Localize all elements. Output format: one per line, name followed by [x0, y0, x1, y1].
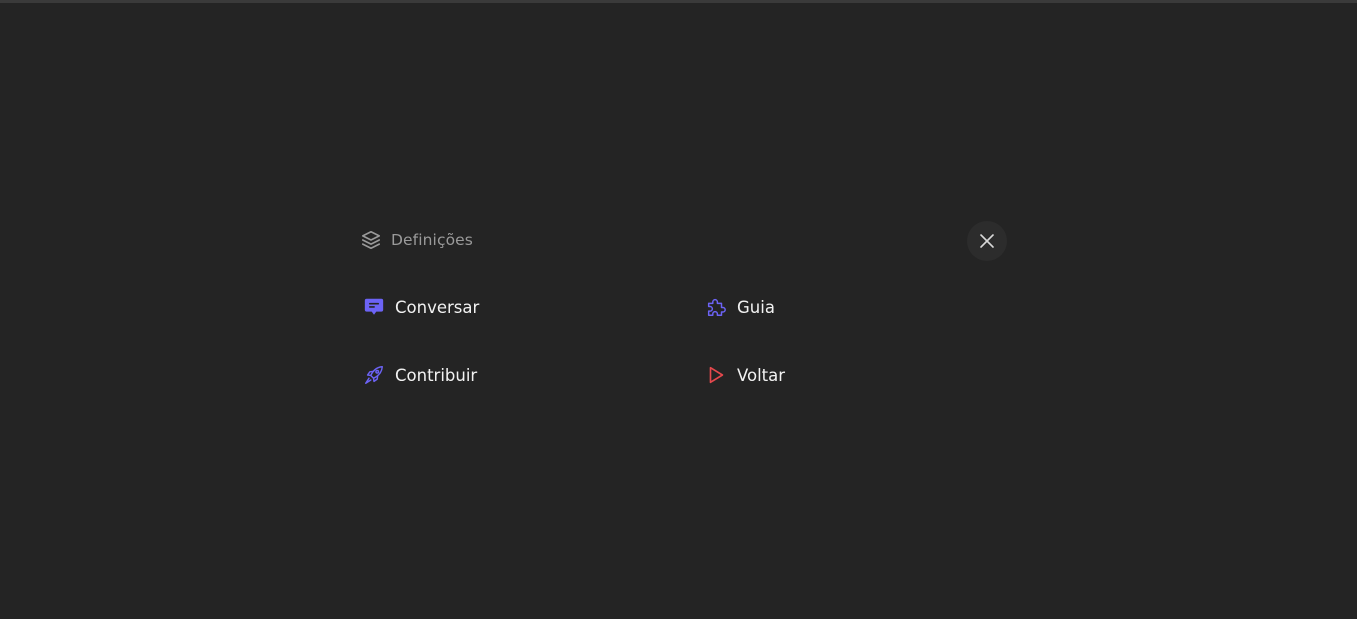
menu-item-label: Contribuir	[395, 365, 478, 385]
settings-header: Definições	[358, 219, 1008, 261]
close-icon	[979, 233, 995, 249]
chat-bubble-icon	[363, 296, 385, 318]
page-title: Definições	[391, 231, 473, 249]
close-button[interactable]	[967, 221, 1007, 261]
layers-icon	[360, 229, 382, 251]
menu-item-voltar[interactable]: Voltar	[705, 360, 785, 390]
play-icon	[705, 364, 727, 386]
menu-item-label: Voltar	[737, 365, 786, 385]
window-top-border	[0, 0, 1357, 3]
menu-item-label: Conversar	[395, 297, 480, 317]
puzzle-icon	[705, 296, 727, 318]
settings-menu-panel: Definições Conversar Guia Contribuir Vol…	[358, 219, 1008, 399]
menu-item-contribuir[interactable]: Contribuir	[363, 360, 477, 390]
rocket-icon	[363, 364, 385, 386]
settings-title-group: Definições	[360, 228, 473, 252]
menu-item-guia[interactable]: Guia	[705, 292, 775, 322]
menu-item-label: Guia	[737, 297, 775, 317]
menu-item-conversar[interactable]: Conversar	[363, 292, 479, 322]
